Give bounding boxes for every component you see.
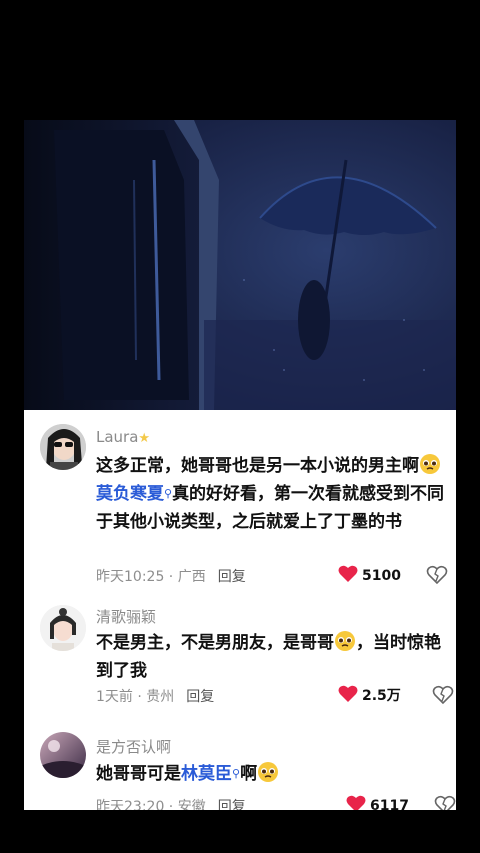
comment-item: 是方否认啊 她哥哥可是林莫臣⚲啊 昨天23:20 · 安徽 回复 6117	[24, 720, 456, 810]
heart-icon	[346, 795, 366, 810]
comment-item: Laura★ 这多正常，她哥哥也是另一本小说的男主啊莫负寒夏⚲真的好好看，第一次…	[24, 410, 456, 590]
avatar-image	[40, 605, 86, 651]
comment-item: 清歌骊颖 不是男主，不是男朋友，是哥哥 ，当时惊艳到了我 1天前 · 贵州 回复 2…	[24, 595, 456, 710]
heart-icon	[338, 565, 358, 582]
comment-text: 她哥哥可是林莫臣⚲啊	[96, 760, 446, 788]
like-count: 2.5万	[362, 688, 401, 704]
app-frame: Laura★ 这多正常，她哥哥也是另一本小说的男主啊莫负寒夏⚲真的好好看，第一次…	[24, 120, 456, 810]
username[interactable]: 是方否认啊	[96, 736, 171, 757]
dislike-button[interactable]	[432, 685, 454, 709]
broken-heart-icon	[434, 795, 456, 810]
avatar[interactable]	[40, 605, 86, 651]
like-button[interactable]: 2.5万	[338, 685, 401, 705]
broken-heart-icon	[426, 565, 448, 585]
username[interactable]: 清歌骊颖	[96, 606, 156, 627]
comment-text: 这多正常，她哥哥也是另一本小说的男主啊莫负寒夏⚲真的好好看，第一次看就感受到不同…	[96, 452, 446, 536]
comment-list: Laura★ 这多正常，她哥哥也是另一本小说的男主啊莫负寒夏⚲真的好好看，第一次…	[24, 410, 456, 810]
dislike-button[interactable]	[426, 565, 448, 589]
avatar-image	[40, 732, 86, 778]
heart-icon	[338, 685, 358, 702]
pleading-face-emoji-icon	[258, 762, 279, 782]
search-icon: ⚲	[164, 487, 173, 500]
search-icon: ⚲	[232, 767, 241, 780]
like-button[interactable]: 6117	[346, 795, 409, 810]
dislike-button[interactable]	[434, 795, 456, 810]
avatar[interactable]	[40, 424, 86, 470]
mention-link[interactable]: 莫负寒夏⚲	[96, 484, 172, 504]
comment-meta: 昨天23:20 · 安徽 回复	[96, 796, 246, 810]
pleading-face-emoji-icon	[335, 631, 355, 651]
like-button[interactable]: 5100	[338, 565, 401, 584]
star-badge-icon: ★	[138, 431, 151, 446]
reply-button[interactable]: 回复	[218, 799, 246, 810]
comment-text: 不是男主，不是男朋友，是哥哥 ，当时惊艳到了我	[96, 629, 446, 685]
video-frame-image	[24, 120, 456, 410]
like-count: 6117	[370, 798, 409, 810]
pleading-face-emoji-icon	[420, 454, 440, 474]
comment-meta: 昨天10:25 · 广西 回复	[96, 569, 246, 585]
reply-button[interactable]: 回复	[218, 569, 246, 585]
broken-heart-icon	[432, 685, 454, 705]
username[interactable]: Laura★	[96, 428, 150, 446]
reply-button[interactable]: 回复	[186, 689, 214, 705]
mention-link[interactable]: 林莫臣⚲	[181, 764, 240, 784]
comment-meta: 1天前 · 贵州 回复	[96, 689, 215, 705]
like-count: 5100	[362, 568, 401, 584]
screen: { "comments": [ { "username": "Laura", "…	[0, 0, 480, 853]
avatar-image	[40, 424, 86, 470]
video-player[interactable]	[24, 120, 456, 410]
avatar[interactable]	[40, 732, 86, 778]
